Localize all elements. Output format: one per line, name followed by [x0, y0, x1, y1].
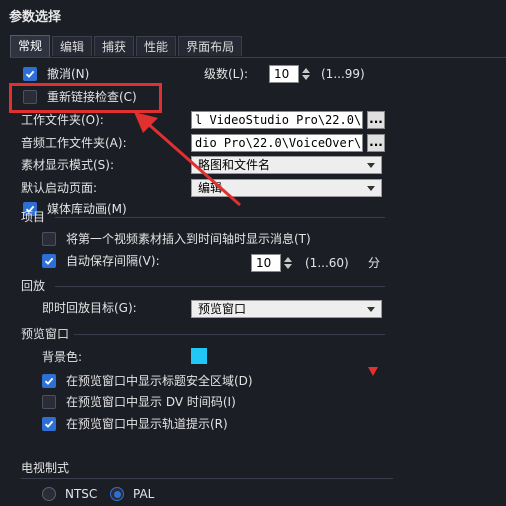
check-icon: [25, 70, 35, 78]
down-arrow-icon: [302, 75, 310, 80]
pal-label: PAL: [133, 487, 155, 501]
autosave-range: (1...60): [305, 256, 349, 270]
autosave-input[interactable]: 10: [251, 254, 281, 272]
chevron-down-icon: [367, 307, 375, 312]
tab-edit[interactable]: 编辑: [52, 36, 93, 56]
autosave-unit: 分: [368, 256, 381, 270]
autosave-stepper[interactable]: [282, 254, 294, 272]
ntsc-label: NTSC: [65, 487, 98, 501]
playback-target-label: 即时回放目标(G):: [42, 301, 137, 315]
tab-layout[interactable]: 界面布局: [178, 36, 243, 56]
safe-area-checkbox[interactable]: [42, 374, 56, 388]
playback-heading: 回放: [21, 279, 46, 293]
work-folder-label: 工作文件夹(O):: [21, 113, 104, 127]
chevron-down-icon: [367, 163, 375, 168]
check-icon: [44, 377, 54, 385]
track-hints-checkbox[interactable]: [42, 417, 56, 431]
annotation-highlight-box: [9, 83, 162, 113]
project-heading: 项目: [21, 210, 46, 224]
project-divider: [55, 217, 385, 218]
clip-display-label: 素材显示模式(S):: [21, 158, 115, 172]
dv-timecode-checkbox[interactable]: [42, 395, 56, 409]
annotation-arrow-icon: [134, 112, 241, 207]
playback-target-value: 预览窗口: [198, 302, 247, 316]
first-clip-label: 将第一个视频素材插入到时间轴时显示消息(T): [66, 232, 311, 246]
tab-performance[interactable]: 性能: [136, 36, 177, 56]
tab-general[interactable]: 常规: [10, 35, 51, 57]
window-title: 参数选择: [9, 10, 62, 25]
check-icon: [44, 420, 54, 428]
media-anim-label: 媒体库动画(M): [47, 202, 127, 216]
tv-divider: [21, 478, 393, 479]
first-clip-checkbox[interactable]: [42, 232, 56, 246]
audio-folder-label: 音频工作文件夹(A):: [21, 136, 127, 150]
playback-divider: [55, 286, 385, 287]
tab-capture[interactable]: 捕获: [94, 36, 135, 56]
undo-checkbox[interactable]: [23, 67, 37, 81]
levels-input[interactable]: 10: [269, 65, 299, 83]
preview-divider: [74, 334, 385, 335]
default-page-label: 默认启动页面:: [21, 181, 98, 195]
preview-heading: 预览窗口: [21, 327, 70, 341]
bg-color-swatch[interactable]: [191, 348, 207, 364]
tab-bar: 常规 编辑 捕获 性能 界面布局: [10, 35, 244, 58]
ntsc-radio[interactable]: [42, 487, 56, 501]
levels-label: 级数(L):: [204, 67, 249, 81]
audio-folder-browse-button[interactable]: ...: [367, 134, 385, 152]
tab-panel-border: [10, 57, 506, 58]
radio-dot: [113, 490, 121, 498]
check-icon: [44, 257, 54, 265]
safe-area-label: 在预览窗口中显示标题安全区域(D): [66, 374, 253, 388]
levels-range: (1...99): [321, 67, 365, 81]
up-arrow-icon: [302, 68, 310, 73]
tv-heading: 电视制式: [21, 461, 70, 475]
dv-timecode-label: 在预览窗口中显示 DV 时间码(I): [66, 395, 236, 409]
work-folder-browse-button[interactable]: ...: [367, 111, 385, 129]
undo-label: 撤消(N): [47, 67, 90, 81]
red-marker-icon: [368, 367, 378, 376]
levels-stepper[interactable]: [300, 65, 312, 83]
autosave-label: 自动保存间隔(V):: [66, 254, 160, 268]
playback-target-select[interactable]: 预览窗口: [191, 300, 382, 318]
pal-radio[interactable]: [110, 487, 124, 501]
track-hints-label: 在预览窗口中显示轨道提示(R): [66, 417, 228, 431]
autosave-checkbox[interactable]: [42, 254, 56, 268]
down-arrow-icon: [284, 264, 292, 269]
bg-color-label: 背景色:: [42, 350, 83, 364]
chevron-down-icon: [367, 186, 375, 191]
up-arrow-icon: [284, 257, 292, 262]
